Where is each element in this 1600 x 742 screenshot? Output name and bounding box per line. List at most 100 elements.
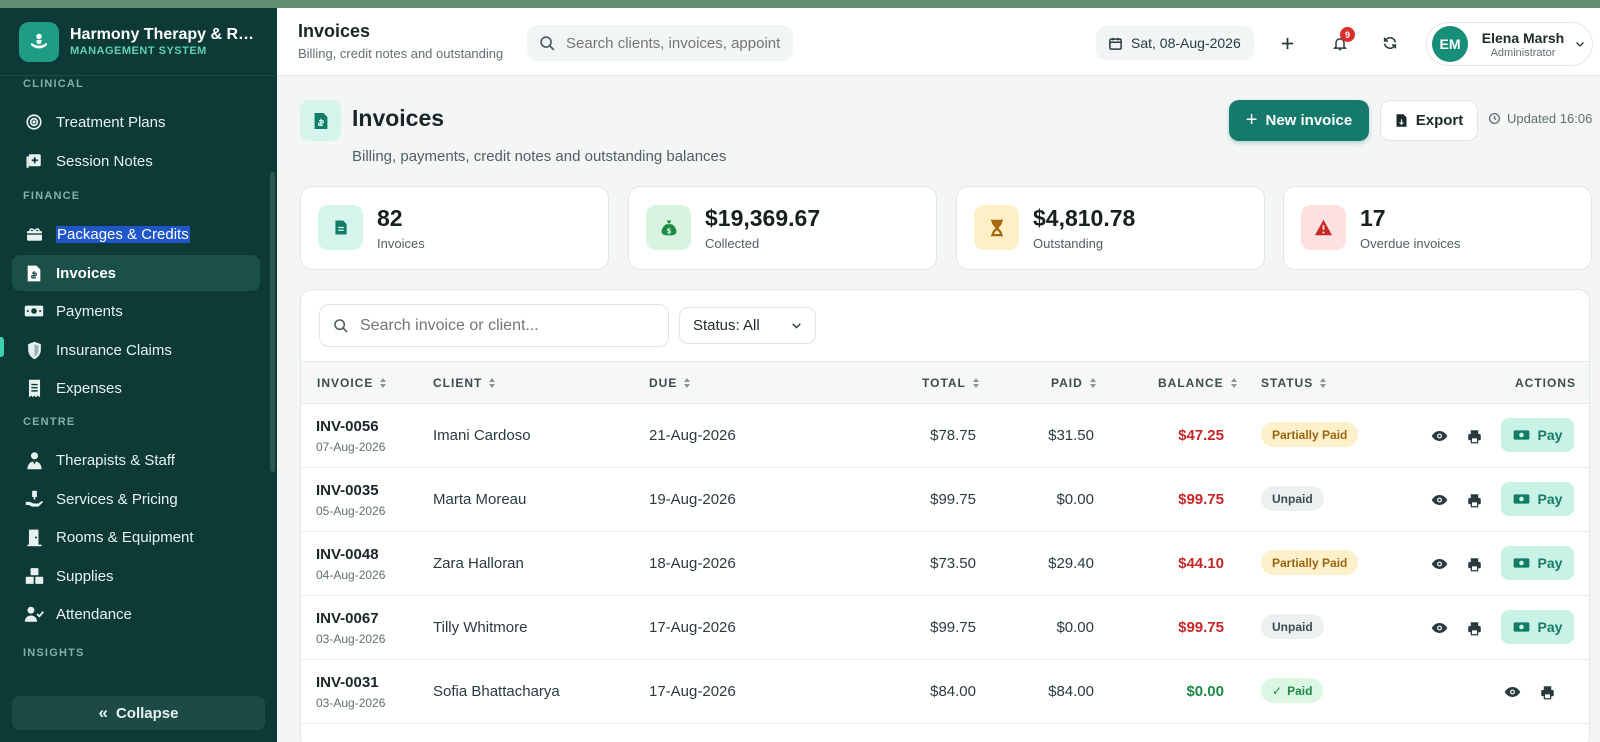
- new-invoice-button[interactable]: + New invoice: [1229, 100, 1369, 141]
- client-name: Marta Moreau: [433, 491, 527, 508]
- column-header-invoice[interactable]: INVOICE: [317, 376, 387, 390]
- view-invoice-button[interactable]: [1427, 552, 1451, 576]
- pay-invoice-button[interactable]: Pay: [1501, 482, 1574, 516]
- hourglass-icon: [974, 205, 1019, 250]
- sidebar-item-label: Supplies: [56, 567, 114, 585]
- table-row[interactable]: INV-0048 04-Aug-2026 Zara Halloran 18-Au…: [301, 532, 1589, 596]
- quick-add-button[interactable]: [1274, 30, 1300, 56]
- column-header-client[interactable]: CLIENT: [433, 376, 496, 390]
- check-icon: ✓: [1272, 683, 1283, 698]
- column-header-status[interactable]: STATUS: [1261, 376, 1327, 390]
- eye-icon: [1431, 623, 1447, 633]
- pay-label: Pay: [1537, 427, 1563, 443]
- sidebar-item-therapists-staff[interactable]: Therapists & Staff: [12, 442, 260, 478]
- chevron-down-icon: [1576, 42, 1584, 47]
- plus-icon: [1281, 37, 1293, 49]
- date-display[interactable]: Sat, 08-Aug-2026: [1096, 26, 1254, 60]
- view-invoice-button[interactable]: [1427, 616, 1451, 640]
- stat-card-collected: $ $19,369.67 Collected: [628, 186, 937, 270]
- sidebar-item-insurance-claims[interactable]: Insurance Claims: [12, 332, 260, 368]
- table-row[interactable]: INV-0067 03-Aug-2026 Tilly Whitmore 17-A…: [301, 596, 1589, 660]
- pay-invoice-button[interactable]: Pay: [1501, 610, 1574, 644]
- brand[interactable]: Harmony Therapy & Re... MANAGEMENT SYSTE…: [0, 8, 277, 76]
- refresh-icon: [1383, 37, 1397, 49]
- table-row[interactable]: INV-0056 07-Aug-2026 Imani Cardoso 21-Au…: [301, 404, 1589, 468]
- client-name: Imani Cardoso: [433, 427, 531, 444]
- staff-icon: [24, 450, 44, 470]
- sidebar-item-supplies[interactable]: Supplies: [12, 558, 260, 594]
- status-filter-select[interactable]: Status: All: [679, 307, 816, 344]
- sidebar-item-session-notes[interactable]: Session Notes: [12, 143, 260, 179]
- balance-amount: $99.75: [1178, 491, 1224, 508]
- view-invoice-button[interactable]: [1500, 680, 1524, 704]
- stat-value: 17: [1360, 205, 1386, 231]
- door-icon: [24, 527, 44, 547]
- sidebar-item-services-pricing[interactable]: Services & Pricing: [12, 481, 260, 517]
- sidebar-scrollbar[interactable]: [270, 172, 275, 472]
- print-invoice-button[interactable]: [1462, 616, 1486, 640]
- notes-icon: [24, 151, 44, 171]
- export-button[interactable]: Export: [1380, 100, 1478, 141]
- sidebar-item-treatment-plans[interactable]: Treatment Plans: [12, 104, 260, 140]
- receipt-icon: [24, 378, 44, 398]
- export-label: Export: [1415, 112, 1464, 129]
- balance-amount: $99.75: [1178, 619, 1224, 636]
- eye-icon: [1431, 559, 1447, 569]
- updated-text: Updated 16:06: [1507, 111, 1593, 126]
- sidebar-item-payments[interactable]: Payments: [12, 293, 260, 329]
- refresh-button[interactable]: [1377, 30, 1403, 56]
- view-invoice-button[interactable]: [1427, 488, 1451, 512]
- print-invoice-button[interactable]: [1462, 488, 1486, 512]
- global-search-input[interactable]: [566, 34, 781, 52]
- sort-icon: [972, 378, 979, 388]
- pay-invoice-button[interactable]: Pay: [1501, 418, 1574, 452]
- table-row[interactable]: INV-0031 03-Aug-2026 Sofia Bhattacharya …: [301, 660, 1589, 724]
- invoice-search-input[interactable]: [360, 316, 660, 335]
- sidebar-item-packages-credits[interactable]: Packages & Credits: [12, 216, 260, 252]
- sidebar-item-invoices[interactable]: Invoices: [12, 255, 260, 291]
- view-invoice-button[interactable]: [1427, 424, 1451, 448]
- print-invoice-button[interactable]: [1462, 424, 1486, 448]
- invoice-search[interactable]: [319, 304, 669, 347]
- column-header-total[interactable]: TOTAL: [922, 376, 980, 390]
- table-header: INVOICE CLIENT DUE TOTAL PAID BALANCE ST…: [301, 361, 1589, 404]
- sidebar-nav: CLINICAL Treatment Plans Session Notes F…: [0, 76, 277, 672]
- collapse-sidebar-button[interactable]: « Collapse: [12, 696, 265, 730]
- table-row[interactable]: INV-0035 05-Aug-2026 Marta Moreau 19-Aug…: [301, 468, 1589, 532]
- cash-icon: [1513, 558, 1529, 568]
- sidebar-item-expenses[interactable]: Expenses: [12, 370, 260, 406]
- client-name: Zara Halloran: [433, 555, 524, 572]
- column-header-paid[interactable]: PAID: [1051, 376, 1097, 390]
- pay-invoice-button[interactable]: Pay: [1501, 546, 1574, 580]
- top-header: Invoices Billing, credit notes and outst…: [277, 8, 1600, 76]
- sidebar-item-attendance[interactable]: Attendance: [12, 596, 260, 632]
- user-menu[interactable]: EM Elena Marsh Administrator: [1426, 22, 1593, 66]
- file-export-icon: [1396, 114, 1407, 127]
- print-invoice-button[interactable]: [1462, 552, 1486, 576]
- due-date: 17-Aug-2026: [649, 619, 736, 636]
- due-date: 17-Aug-2026: [649, 683, 736, 700]
- sidebar-item-rooms-equipment[interactable]: Rooms & Equipment: [12, 519, 260, 555]
- clock-icon: [1488, 112, 1501, 125]
- paid-amount: $0.00: [1056, 491, 1094, 508]
- page-invoice-icon: [300, 100, 341, 141]
- print-invoice-button[interactable]: [1535, 680, 1559, 704]
- cash-icon: [1513, 494, 1529, 504]
- invoice-date: 04-Aug-2026: [316, 568, 386, 582]
- global-search[interactable]: [527, 25, 793, 61]
- notifications-button[interactable]: 9: [1327, 27, 1355, 56]
- balance-amount: $44.10: [1178, 555, 1224, 572]
- invoices-table-card: Status: All INVOICE CLIENT DUE TOTAL PAI…: [300, 289, 1590, 742]
- date-text: Sat, 08-Aug-2026: [1131, 35, 1241, 51]
- pay-label: Pay: [1537, 555, 1563, 571]
- column-header-due[interactable]: DUE: [649, 376, 691, 390]
- total-amount: $99.75: [930, 619, 976, 636]
- sidebar-item-label: Rooms & Equipment: [56, 528, 194, 546]
- page-title: Invoices: [352, 105, 445, 131]
- stat-card-outstanding: $4,810.78 Outstanding: [956, 186, 1265, 270]
- column-header-balance[interactable]: BALANCE: [1158, 376, 1238, 390]
- app-name: Harmony Therapy & Re...: [70, 26, 260, 43]
- sort-icon: [1230, 378, 1237, 388]
- new-invoice-label: New invoice: [1265, 112, 1353, 129]
- chevron-down-icon: [792, 323, 801, 329]
